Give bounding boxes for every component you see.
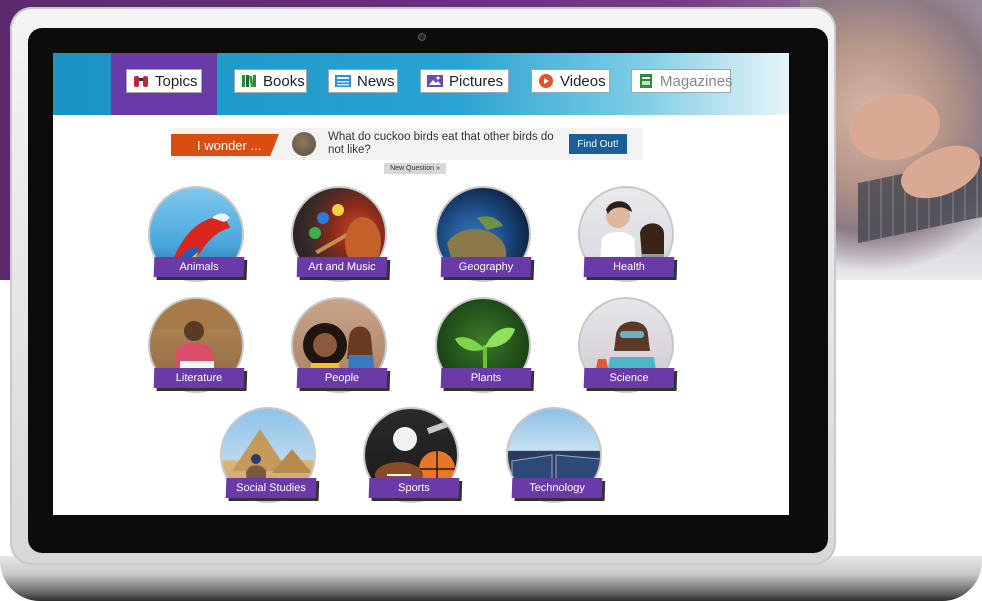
- i-wonder-bar: I wonder ... What do cuckoo birds eat th…: [171, 128, 643, 160]
- marketing-scene: Topics Books News Pictures Videos Magazi…: [0, 0, 982, 601]
- tab-magazines[interactable]: Magazines: [631, 69, 733, 93]
- tab-pictures[interactable]: Pictures: [420, 69, 509, 93]
- topic-label: Technology: [511, 478, 603, 498]
- topic-label: Science: [583, 368, 675, 388]
- topic-label: Animals: [153, 257, 245, 277]
- topic-label: Art and Music: [296, 257, 388, 277]
- topic-geography[interactable]: Geography: [435, 186, 533, 288]
- topic-animals[interactable]: Animals: [148, 186, 246, 288]
- wonder-question: What do cuckoo birds eat that other bird…: [328, 131, 554, 156]
- new-question-button[interactable]: New Question »: [384, 163, 446, 174]
- tab-label: Topics: [155, 72, 198, 90]
- books-icon: [241, 74, 257, 88]
- topic-label: Sports: [368, 478, 460, 498]
- camera-icon: [418, 33, 426, 41]
- tab-news[interactable]: News: [328, 69, 398, 93]
- topic-social-studies[interactable]: Social Studies: [220, 407, 318, 509]
- tab-label: News: [357, 72, 395, 90]
- cuckoo-bird-thumbnail: [292, 132, 316, 156]
- newspaper-icon: [335, 74, 351, 88]
- play-icon: [538, 74, 554, 88]
- magazine-icon: [638, 74, 654, 88]
- topic-sports[interactable]: Sports: [363, 407, 461, 509]
- topic-plants[interactable]: Plants: [435, 297, 533, 399]
- topic-art-and-music[interactable]: Art and Music: [291, 186, 389, 288]
- topic-people[interactable]: People: [291, 297, 389, 399]
- topic-label: Geography: [440, 257, 532, 277]
- topic-label: Plants: [440, 368, 532, 388]
- tab-label: Pictures: [449, 72, 504, 90]
- i-wonder-label: I wonder ...: [171, 134, 279, 156]
- binoculars-icon: [133, 74, 149, 88]
- topic-label: People: [296, 368, 388, 388]
- topic-science[interactable]: Science: [578, 297, 676, 399]
- tab-label: Videos: [560, 72, 606, 90]
- tab-books[interactable]: Books: [234, 69, 307, 93]
- topic-label: Literature: [153, 368, 245, 388]
- tab-label: Magazines: [660, 72, 733, 90]
- topic-literature[interactable]: Literature: [148, 297, 246, 399]
- topic-health[interactable]: Health: [578, 186, 676, 288]
- tab-videos[interactable]: Videos: [531, 69, 610, 93]
- tab-label: Books: [263, 72, 305, 90]
- topic-label: Health: [583, 257, 675, 277]
- find-out-button[interactable]: Find Out!: [569, 134, 627, 154]
- picture-icon: [427, 74, 443, 88]
- topic-technology[interactable]: Technology: [506, 407, 604, 509]
- tab-topics[interactable]: Topics: [126, 69, 202, 93]
- topic-label: Social Studies: [225, 478, 317, 498]
- app-screen: Topics Books News Pictures Videos Magazi…: [53, 53, 789, 515]
